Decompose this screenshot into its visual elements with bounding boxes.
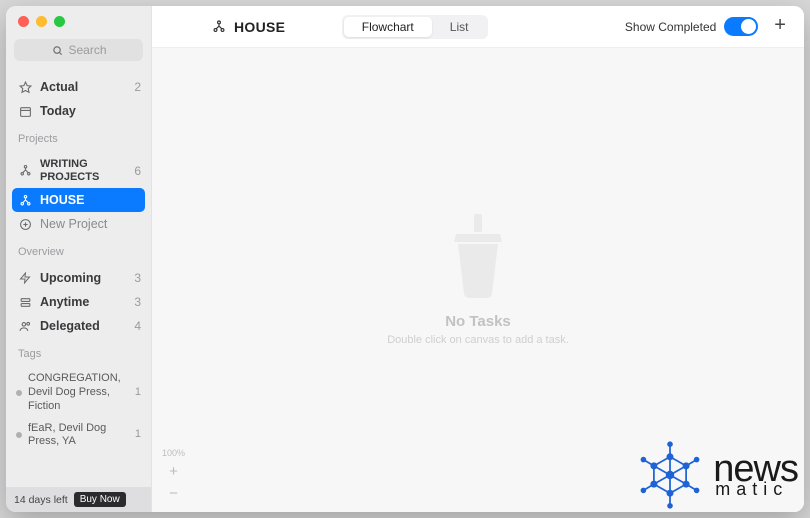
- seg-list[interactable]: List: [432, 17, 487, 37]
- sidebar-item-today[interactable]: Today: [6, 99, 151, 123]
- sidebar-item-house[interactable]: HOUSE: [12, 188, 145, 212]
- canvas[interactable]: No Tasks Double click on canvas to add a…: [152, 48, 804, 512]
- sidebar-item-label: Actual: [40, 80, 121, 94]
- tag-count: 1: [135, 386, 141, 400]
- zoom-out-button[interactable]: −: [165, 484, 183, 502]
- tag-count: 1: [135, 428, 141, 442]
- search-icon: [50, 43, 64, 57]
- sidebar-item-count: 3: [129, 271, 141, 285]
- section-projects: Projects: [6, 125, 151, 147]
- search-input[interactable]: Search: [14, 39, 143, 61]
- star-icon: [18, 80, 32, 94]
- toolbar: HOUSE Flowchart List Show Completed +: [152, 6, 804, 48]
- page-title: HOUSE: [212, 19, 285, 35]
- sidebar-item-label: New Project: [40, 217, 141, 231]
- search-placeholder: Search: [68, 43, 106, 57]
- empty-state: No Tasks Double click on canvas to add a…: [387, 214, 569, 346]
- sidebar-item-label: Delegated: [40, 319, 121, 333]
- zoom-in-button[interactable]: +: [165, 462, 183, 480]
- show-completed-control: Show Completed: [625, 17, 758, 36]
- sidebar-item-anytime[interactable]: Anytime 3: [6, 290, 151, 314]
- zoom-icon[interactable]: [54, 16, 65, 27]
- tag-item[interactable]: fEaR, Devil Dog Press, YA 1: [6, 418, 151, 454]
- buy-now-button[interactable]: Buy Now: [74, 492, 126, 507]
- add-button[interactable]: +: [770, 15, 790, 39]
- empty-hint: Double click on canvas to add a task.: [387, 334, 569, 346]
- sidebar-item-count: 4: [129, 319, 141, 333]
- calendar-icon: [18, 104, 32, 118]
- trial-bar: 14 days left Buy Now: [6, 487, 151, 512]
- sidebar-item-upcoming[interactable]: Upcoming 3: [6, 266, 151, 290]
- sidebar-item-new-project[interactable]: New Project: [6, 212, 151, 236]
- sidebar-item-writing-projects[interactable]: WRITING PROJECTS 6: [6, 153, 151, 188]
- app-window: Search Actual 2 Today Projects: [6, 6, 804, 512]
- show-completed-toggle[interactable]: [724, 17, 758, 36]
- tag-dot-icon: [16, 390, 22, 396]
- flowchart-icon: [212, 20, 226, 34]
- sidebar-item-label: Today: [40, 104, 121, 118]
- tag-label: fEaR, Devil Dog Press, YA: [28, 422, 129, 450]
- tag-label: CONGREGATION, Devil Dog Press, Fiction: [28, 372, 129, 413]
- sidebar: Search Actual 2 Today Projects: [6, 6, 152, 512]
- flowchart-icon: [18, 164, 32, 178]
- sidebar-item-label: Upcoming: [40, 271, 121, 285]
- empty-title: No Tasks: [387, 313, 569, 330]
- tag-dot-icon: [16, 432, 22, 438]
- sidebar-item-label: WRITING PROJECTS: [40, 158, 121, 183]
- sidebar-item-label: HOUSE: [40, 193, 119, 207]
- section-tags: Tags: [6, 340, 151, 362]
- flowchart-icon: [18, 193, 32, 207]
- lightning-icon: [18, 271, 32, 285]
- sidebar-item-label: Anytime: [40, 295, 121, 309]
- sidebar-item-count: 6: [129, 164, 141, 178]
- zoom-level: 100%: [162, 448, 185, 458]
- trial-text: 14 days left: [14, 494, 68, 506]
- seg-flowchart[interactable]: Flowchart: [344, 17, 432, 37]
- minimize-icon[interactable]: [36, 16, 47, 27]
- view-segmented-control: Flowchart List: [342, 15, 489, 39]
- tag-item[interactable]: CONGREGATION, Devil Dog Press, Fiction 1: [6, 368, 151, 417]
- sidebar-item-delegated[interactable]: Delegated 4: [6, 314, 151, 338]
- sidebar-item-actual[interactable]: Actual 2: [6, 75, 151, 99]
- window-controls: [6, 6, 151, 35]
- people-icon: [18, 319, 32, 333]
- section-overview: Overview: [6, 238, 151, 260]
- sidebar-item-count: 2: [129, 80, 141, 94]
- close-icon[interactable]: [18, 16, 29, 27]
- zoom-controls: 100% + −: [162, 448, 185, 502]
- stack-icon: [18, 295, 32, 309]
- show-completed-label: Show Completed: [625, 20, 716, 34]
- main-area: HOUSE Flowchart List Show Completed + No…: [152, 6, 804, 512]
- title-text: HOUSE: [234, 19, 285, 35]
- sidebar-item-count: 3: [129, 295, 141, 309]
- cup-icon: [446, 214, 510, 298]
- plus-circle-icon: [18, 217, 32, 231]
